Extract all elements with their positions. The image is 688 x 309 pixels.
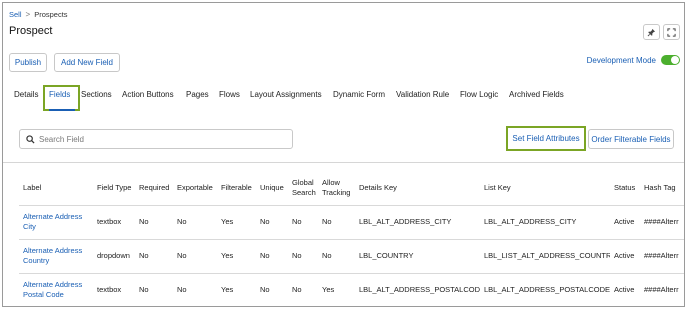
header-tracking-line2: Tracking [322,187,351,197]
cell-unique: No [256,204,288,239]
cell-hash-tag: ####Alterr [640,272,684,306]
cell-allow-tracking: Yes [318,272,355,306]
order-filterable-fields-button[interactable]: Order Filterable Fields [588,129,674,149]
cell-hash-tag: ####Alterr [640,238,684,273]
label-line2: City [23,222,36,231]
header-list-key: List Key [484,182,511,192]
table-row[interactable]: Alternate Address City textbox No No Yes … [19,204,684,239]
cell-required: No [135,272,173,306]
development-mode-toggle[interactable] [661,55,680,65]
cell-list-key: LBL_ALT_ADDRESS_CITY [480,204,610,239]
cell-details-key: LBL_ALT_ADDRESS_POSTALCODE [355,272,480,306]
section-divider [3,162,684,163]
tab-archived-fields[interactable]: Archived Fields [509,90,564,99]
tab-details[interactable]: Details [14,90,38,99]
label-line1: Alternate Address [23,246,83,255]
header-status: Status [614,182,636,192]
header-unique: Unique [260,182,284,192]
table-row[interactable]: Alternate Address Country dropdown No No … [19,238,684,273]
tab-flows[interactable]: Flows [219,90,240,99]
cell-list-key: LBL_LIST_ALT_ADDRESS_COUNTRY [480,238,610,273]
active-tab-underline [49,109,75,111]
development-mode-label: Development Mode [586,55,656,65]
breadcrumb: Sell > Prospects [9,10,68,19]
cell-filterable: Yes [217,272,256,306]
fields-table: Label Field Type Required Exportable Fil… [19,171,684,306]
header-global-line2: Search [292,187,316,197]
tab-validation-rule[interactable]: Validation Rule [396,90,449,99]
breadcrumb-separator: > [25,10,31,19]
row-label-link[interactable]: Alternate Address Country [19,238,93,273]
cell-allow-tracking: No [318,204,355,239]
cell-status: Active [610,238,640,273]
header-hash-tag: Hash Tag [644,182,676,192]
header-tracking-line1: Allow [322,177,340,187]
cell-details-key: LBL_COUNTRY [355,238,480,273]
cell-field-type: dropdown [93,238,135,273]
page-title: Prospect [9,25,53,37]
header-label: Label [23,182,42,192]
app-frame: Sell > Prospects Prospect Publish Add Ne… [2,2,685,307]
cell-filterable: Yes [217,238,256,273]
breadcrumb-current: Prospects [34,10,68,19]
cell-global-search: No [288,204,318,239]
tab-flow-logic[interactable]: Flow Logic [460,90,498,99]
cell-status: Active [610,272,640,306]
cell-hash-tag: ####Alterr [640,204,684,239]
cell-filterable: Yes [217,204,256,239]
cell-details-key: LBL_ALT_ADDRESS_CITY [355,204,480,239]
table-row[interactable]: Alternate Address Postal Code textbox No … [19,272,684,306]
header-allow-tracking: Allow Tracking [318,171,355,205]
search-box[interactable] [19,129,293,149]
add-new-field-button[interactable]: Add New Field [54,53,120,72]
search-input[interactable] [39,134,279,144]
row-label-link[interactable]: Alternate Address City [19,204,93,239]
tab-fields[interactable]: Fields [49,90,70,99]
cell-exportable: No [173,204,217,239]
cell-field-type: textbox [93,272,135,306]
pin-button[interactable] [643,24,660,40]
search-icon [26,134,35,144]
tab-layout-assignments[interactable]: Layout Assignments [250,90,322,99]
toggle-knob [671,56,679,64]
label-line2: Country [23,256,50,265]
header-global-search: Global Search [288,171,318,205]
development-mode: Development Mode [587,55,680,65]
cell-exportable: No [173,238,217,273]
expand-icon [667,27,676,37]
cell-allow-tracking: No [318,238,355,273]
cell-status: Active [610,204,640,239]
set-field-attributes-button[interactable]: Set Field Attributes [510,130,582,147]
cell-unique: No [256,272,288,306]
label-line2: Postal Code [23,290,64,300]
cell-global-search: No [288,238,318,273]
cell-required: No [135,204,173,239]
tab-action-buttons[interactable]: Action Buttons [122,90,174,99]
cell-exportable: No [173,272,217,306]
label-line1: Alternate Address [23,280,83,290]
expand-button[interactable] [663,24,680,40]
header-filterable: Filterable [221,182,252,192]
header-exportable: Exportable [177,182,213,192]
cell-field-type: textbox [93,204,135,239]
cell-global-search: No [288,272,318,306]
cell-list-key: LBL_ALT_ADDRESS_POSTALCODE [480,272,610,306]
tab-pages[interactable]: Pages [186,90,209,99]
header-global-line1: Global [292,177,314,187]
pin-icon [647,28,656,36]
header-field-type: Field Type [97,182,132,192]
label-line1: Alternate Address [23,212,83,221]
tab-bar: Details Fields Sections Action Buttons P… [3,85,684,111]
header-details-key: Details Key [359,182,397,192]
table-header-row: Label Field Type Required Exportable Fil… [19,171,684,205]
tab-dynamic-form[interactable]: Dynamic Form [333,90,385,99]
breadcrumb-sell-link[interactable]: Sell [9,10,22,19]
publish-button[interactable]: Publish [9,53,47,72]
tab-sections[interactable]: Sections [81,90,112,99]
cell-unique: No [256,238,288,273]
row-label-link[interactable]: Alternate Address Postal Code [19,272,93,306]
cell-required: No [135,238,173,273]
header-required: Required [139,182,170,192]
